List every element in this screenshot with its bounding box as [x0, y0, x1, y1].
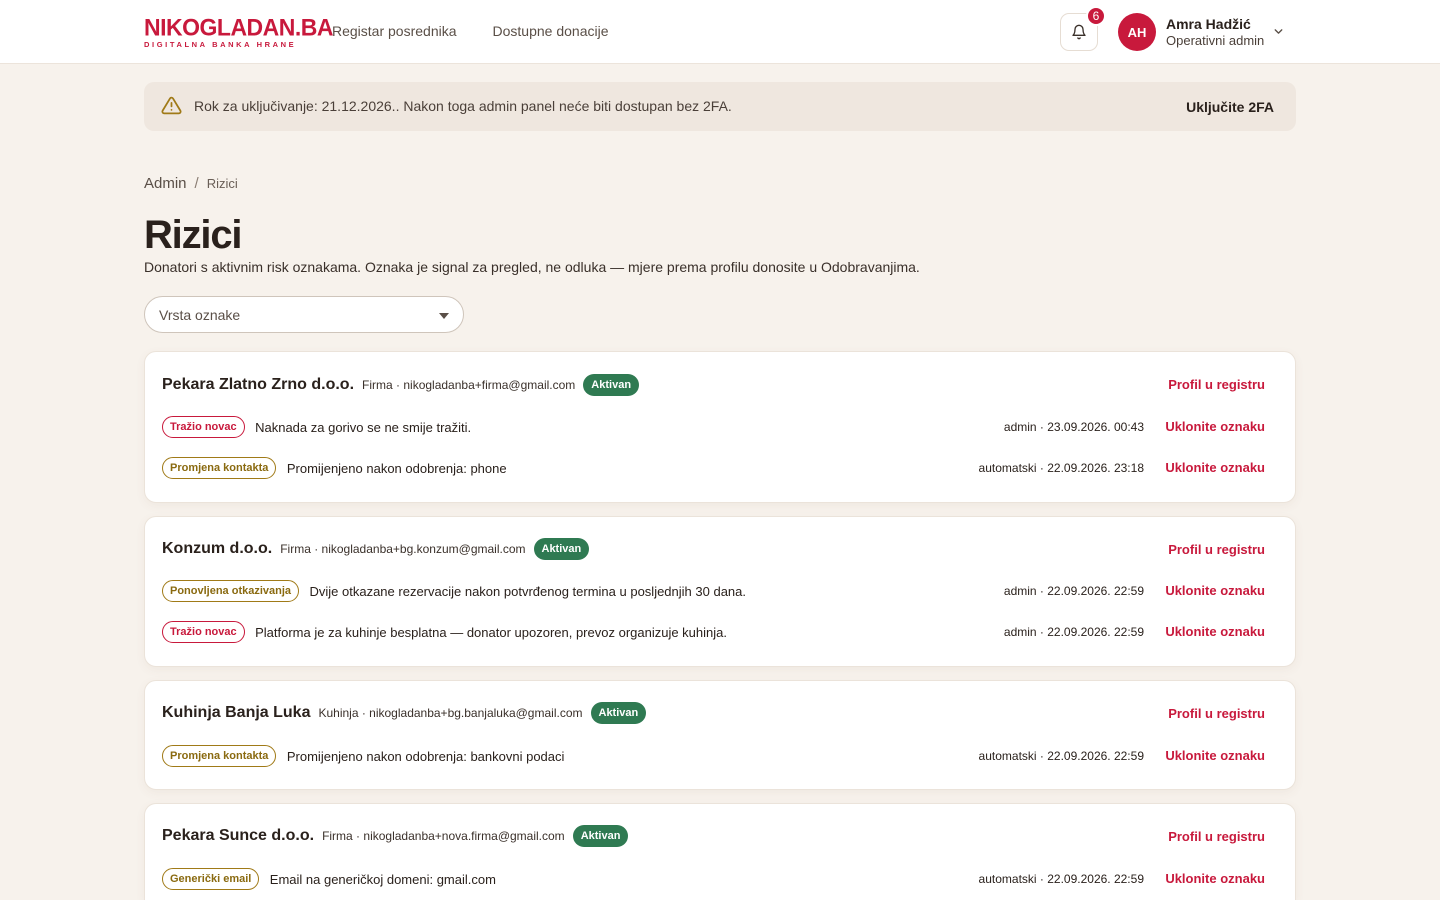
flag-tag: Generički email	[162, 868, 260, 890]
remove-flag-button[interactable]: Uklonite oznaku	[1165, 871, 1265, 886]
donor-name: Pekara Zlatno Zrno d.o.o.	[162, 376, 355, 393]
enable-2fa-button[interactable]: Uključite 2FA	[1186, 99, 1274, 115]
chevron-down-icon[interactable]	[1272, 25, 1285, 38]
flag-row: Promjena kontakta Promijenjeno nakon odo…	[162, 745, 1265, 769]
main-nav: Registar posrednika Dostupne donacije	[332, 23, 609, 39]
nav-registar-posrednika[interactable]: Registar posrednika	[332, 23, 457, 39]
flag-meta: automatski · 22.09.2026. 22:59	[978, 749, 1144, 763]
flag-description: Email na generičkoj domeni: gmail.com	[269, 871, 496, 887]
remove-flag-button[interactable]: Uklonite oznaku	[1165, 624, 1265, 639]
flag-tag: Promjena kontakta	[162, 457, 277, 479]
twofa-warning-banner: Rok za uključivanje: 21.12.2026.. Nakon …	[144, 82, 1296, 131]
donor-card-header: Kuhinja Banja Luka Kuhinja · nikogladanb…	[162, 702, 647, 724]
flag-meta: admin · 22.09.2026. 22:59	[1003, 584, 1144, 598]
flag-description: Promijenjeno nakon odobrenja: phone	[286, 460, 507, 476]
breadcrumb-separator: /	[194, 175, 199, 192]
donor-card: Pekara Sunce d.o.o. Firma · nikogladanba…	[144, 803, 1296, 900]
flag-tag: Tražio novac	[162, 621, 245, 643]
breadcrumb: Admin / Rizici	[144, 175, 238, 192]
page-title: Rizici	[144, 213, 242, 257]
notifications-button[interactable]: 6	[1060, 6, 1106, 51]
status-badge: Aktivan	[572, 825, 629, 847]
donor-card-header: Pekara Zlatno Zrno d.o.o. Firma · nikogl…	[162, 374, 640, 396]
flag-description: Naknada za gorivo se ne smije tražiti.	[255, 419, 472, 435]
profile-link[interactable]: Profil u registru	[1168, 542, 1265, 557]
flag-tag: Promjena kontakta	[162, 745, 277, 767]
flag-tag: Ponovljena otkazivanja	[162, 580, 300, 602]
donor-meta: Firma · nikogladanba+bg.konzum@gmail.com	[280, 542, 526, 556]
avatar[interactable]: AH	[1118, 13, 1156, 51]
banner-text: Rok za uključivanje: 21.12.2026.. Nakon …	[194, 98, 732, 114]
donor-card: Kuhinja Banja Luka Kuhinja · nikogladanb…	[144, 680, 1296, 790]
donor-name: Kuhinja Banja Luka	[162, 704, 311, 721]
flag-meta: automatski · 22.09.2026. 23:18	[978, 461, 1144, 475]
flag-row: Promjena kontakta Promijenjeno nakon odo…	[162, 457, 1265, 481]
donor-meta: Firma · nikogladanba+nova.firma@gmail.co…	[322, 829, 565, 843]
profile-link[interactable]: Profil u registru	[1168, 377, 1265, 392]
donor-name: Pekara Sunce d.o.o.	[162, 827, 315, 844]
brand-tagline: DIGITALNA BANKA HRANE	[144, 40, 297, 49]
user-menu[interactable]: Amra Hadžić Operativni admin	[1166, 16, 1264, 48]
flag-tag: Tražio novac	[162, 416, 245, 438]
breadcrumb-admin[interactable]: Admin	[144, 175, 187, 192]
remove-flag-button[interactable]: Uklonite oznaku	[1165, 419, 1265, 434]
flag-meta: automatski · 22.09.2026. 22:59	[978, 872, 1144, 886]
flag-description: Dvije otkazane rezervacije nakon potvrđe…	[309, 583, 747, 599]
status-badge: Aktivan	[583, 374, 640, 396]
user-name: Amra Hadžić	[1166, 16, 1251, 32]
remove-flag-button[interactable]: Uklonite oznaku	[1165, 460, 1265, 475]
profile-link[interactable]: Profil u registru	[1168, 706, 1265, 721]
donor-card-header: Pekara Sunce d.o.o. Firma · nikogladanba…	[162, 825, 629, 847]
brand-logo[interactable]: NIKOGLADAN.BA DIGITALNA BANKA HRANE	[144, 13, 334, 49]
flag-description: Platforma je za kuhinje besplatna — dona…	[255, 624, 727, 640]
bell-icon	[1072, 24, 1086, 40]
donor-card: Konzum d.o.o. Firma · nikogladanba+bg.ko…	[144, 516, 1296, 667]
status-badge: Aktivan	[590, 702, 647, 724]
flag-description: Promijenjeno nakon odobrenja: bankovni p…	[286, 748, 565, 764]
notification-count-badge: 6	[1086, 6, 1106, 26]
flag-type-select[interactable]: Vrsta oznake	[144, 296, 464, 333]
top-bar: NIKOGLADAN.BA DIGITALNA BANKA HRANE Regi…	[0, 0, 1440, 64]
flag-meta: admin · 22.09.2026. 22:59	[1003, 625, 1144, 639]
donor-meta: Kuhinja · nikogladanba+bg.banjaluka@gmai…	[318, 706, 583, 720]
user-role: Operativni admin	[1166, 32, 1265, 48]
flag-meta: admin · 23.09.2026. 00:43	[1003, 420, 1144, 434]
flag-row: Generički email Email na generičkoj dome…	[162, 868, 1265, 892]
flag-type-placeholder: Vrsta oznake	[159, 307, 241, 323]
flag-row: Tražio novac Platforma je za kuhinje bes…	[162, 621, 1265, 645]
nav-dostupne-donacije[interactable]: Dostupne donacije	[493, 23, 609, 39]
caret-down-icon	[439, 313, 449, 319]
donor-meta: Firma · nikogladanba+firma@gmail.com	[362, 378, 576, 392]
warning-icon	[161, 96, 182, 115]
status-badge: Aktivan	[533, 538, 590, 560]
flag-row: Tražio novac Naknada za gorivo se ne smi…	[162, 416, 1265, 440]
remove-flag-button[interactable]: Uklonite oznaku	[1165, 748, 1265, 763]
page-subtitle: Donatori s aktivnim risk oznakama. Oznak…	[144, 259, 920, 275]
remove-flag-button[interactable]: Uklonite oznaku	[1165, 583, 1265, 598]
profile-link[interactable]: Profil u registru	[1168, 829, 1265, 844]
donor-card: Pekara Zlatno Zrno d.o.o. Firma · nikogl…	[144, 351, 1296, 503]
brand-name: NIKOGLADAN.BA	[144, 13, 334, 41]
breadcrumb-current: Rizici	[206, 176, 238, 191]
donor-name: Konzum d.o.o.	[162, 540, 273, 557]
flag-row: Ponovljena otkazivanja Dvije otkazane re…	[162, 580, 1265, 604]
donor-card-header: Konzum d.o.o. Firma · nikogladanba+bg.ko…	[162, 538, 590, 560]
